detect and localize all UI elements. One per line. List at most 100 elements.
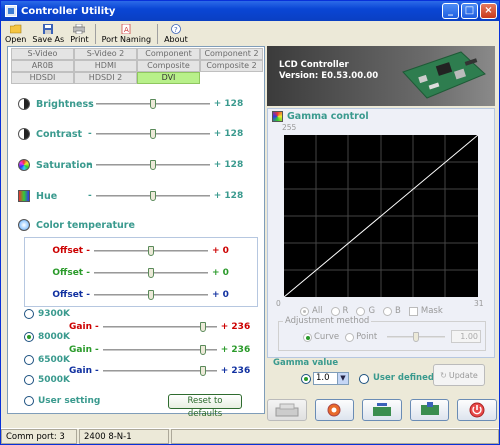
method-options: Curve Point — [303, 332, 377, 342]
save-as-label: Save As — [32, 35, 65, 44]
preset-8000k-radio[interactable] — [24, 332, 34, 342]
user-setting-option[interactable]: User setting — [24, 396, 100, 406]
slider-thumb[interactable] — [148, 246, 154, 256]
slider-thumb[interactable] — [148, 268, 154, 278]
slider-thumb[interactable] — [149, 191, 156, 201]
adjustment-method-group: Adjustment method Curve Point 1.00 — [278, 316, 486, 351]
power-button[interactable] — [457, 399, 497, 421]
maximize-button[interactable]: □ — [461, 3, 478, 19]
user-setting-radio[interactable] — [24, 396, 34, 406]
gain-red-row: Gain - + 236 — [64, 320, 264, 334]
point-value-field[interactable]: 1.00 — [451, 330, 481, 343]
save-as-button[interactable]: Save As — [32, 24, 64, 44]
preset-9300k[interactable]: 9300K — [24, 309, 70, 319]
gamma-curve-graph[interactable] — [284, 135, 478, 297]
about-label: About — [164, 35, 188, 44]
print-button[interactable]: Print — [70, 24, 89, 44]
channel-r[interactable]: R — [330, 306, 348, 316]
channel-all[interactable]: All — [300, 306, 323, 316]
brightness-slider[interactable] — [95, 99, 210, 109]
floppy-disk-icon — [43, 24, 54, 34]
update-button[interactable]: ↻ Update — [433, 364, 485, 386]
tab-hdmi[interactable]: HDMI — [74, 60, 137, 72]
gain-red-slider[interactable] — [102, 322, 217, 332]
saturation-icon — [18, 159, 30, 171]
apply-settings-button[interactable] — [314, 399, 355, 421]
gain-blue-label: Gain — [69, 366, 92, 376]
gamma-value-selected: 1.0 — [316, 373, 330, 383]
hue-label: Hue — [36, 190, 58, 202]
channel-b[interactable]: B — [383, 306, 401, 316]
reset-to-defaults-button[interactable]: Reset to defaults — [168, 394, 242, 419]
method-curve-label: Curve — [314, 332, 340, 342]
slider-thumb[interactable] — [199, 366, 206, 376]
slider-thumb[interactable] — [149, 160, 156, 170]
channel-all-label: All — [312, 306, 323, 316]
channel-r-radio[interactable] — [330, 306, 340, 316]
channel-b-radio[interactable] — [383, 306, 393, 316]
folder-scanner-icon — [275, 403, 299, 417]
status-comm-port: Comm port: 3 — [1, 429, 77, 444]
tab-dvi[interactable]: DVI — [137, 72, 200, 84]
action-bar — [267, 399, 497, 425]
contrast-slider[interactable] — [95, 129, 210, 139]
open-button[interactable]: Open — [5, 24, 26, 44]
point-slider[interactable] — [387, 332, 445, 342]
channel-g[interactable]: G — [356, 306, 375, 316]
method-curve-radio[interactable] — [303, 332, 312, 342]
slider-thumb[interactable] — [149, 129, 156, 139]
port-naming-label: Port Naming — [101, 35, 152, 44]
method-point-label: Point — [356, 332, 378, 342]
color-temperature-label: Color temperature — [36, 219, 135, 231]
mask-checkbox[interactable] — [408, 306, 418, 316]
channel-all-radio[interactable] — [300, 306, 309, 316]
offset-green-value: + 0 — [212, 268, 229, 278]
hue-slider[interactable] — [95, 191, 210, 201]
offset-red-slider[interactable] — [94, 246, 208, 256]
tab-arob[interactable]: AR0B — [11, 60, 74, 72]
tab-composite-2[interactable]: Composite 2 — [200, 60, 263, 72]
import-settings-button[interactable] — [409, 399, 450, 421]
mask-option[interactable]: Mask — [408, 306, 443, 316]
slider-thumb[interactable] — [199, 322, 206, 332]
preset-6500k-radio[interactable] — [24, 355, 34, 365]
about-button[interactable]: ? About — [164, 24, 188, 44]
gain-green-slider[interactable] — [102, 345, 217, 355]
title-bar: Controller Utility _ □ × — [1, 1, 499, 21]
port-naming-button[interactable]: A Port Naming — [102, 24, 151, 44]
gain-blue-slider[interactable] — [102, 366, 217, 376]
channel-g-radio[interactable] — [356, 306, 366, 316]
gain-green-value: + 236 — [220, 345, 251, 355]
gamma-value-select[interactable]: 1.0 ▼ — [313, 372, 349, 385]
hue-icon — [18, 190, 30, 202]
help-icon: ? — [170, 24, 181, 34]
tab-component[interactable]: Component — [137, 48, 200, 60]
offset-green-slider[interactable] — [94, 268, 208, 278]
offset-blue-slider[interactable] — [94, 290, 208, 300]
tab-composite[interactable]: Composite — [137, 60, 200, 72]
gamma-control-label: Gamma control — [287, 111, 369, 122]
method-point-radio[interactable] — [345, 332, 355, 342]
slider-thumb[interactable] — [199, 345, 206, 355]
contrast-icon — [18, 128, 30, 140]
user-defined-radio[interactable] — [359, 374, 369, 384]
preset-5000k-radio[interactable] — [24, 375, 34, 385]
export-settings-button[interactable] — [362, 399, 402, 421]
monitor-arrow-icon — [420, 402, 439, 415]
tab-s-video[interactable]: S-Video — [11, 48, 74, 60]
slider-thumb[interactable] — [413, 332, 419, 342]
minimize-button[interactable]: _ — [442, 3, 459, 19]
close-button[interactable]: × — [480, 3, 497, 19]
load-settings-button[interactable] — [267, 399, 307, 421]
chevron-down-icon[interactable]: ▼ — [337, 373, 348, 384]
slider-thumb[interactable] — [148, 290, 154, 300]
saturation-slider[interactable] — [95, 160, 210, 170]
tab-hdsdi[interactable]: HDSDI — [11, 72, 74, 84]
preset-9300k-radio[interactable] — [24, 309, 34, 319]
tab-s-video-2[interactable]: S-Video 2 — [74, 48, 137, 60]
status-empty — [171, 429, 499, 444]
tab-hdsdi-2[interactable]: HDSDI 2 — [74, 72, 137, 84]
gamma-preset-radio[interactable] — [301, 374, 311, 384]
slider-thumb[interactable] — [149, 99, 156, 109]
tab-component-2[interactable]: Component 2 — [200, 48, 263, 60]
